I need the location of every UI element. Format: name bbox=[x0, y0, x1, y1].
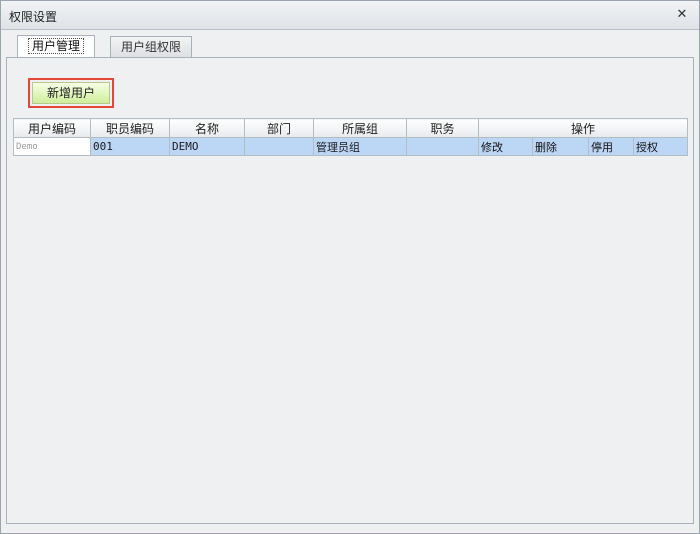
user-table: 用户编码 职员编码 名称 部门 所属组 职务 操作 Demo 001 DEMO … bbox=[13, 118, 689, 156]
add-user-button[interactable]: 新增用户 bbox=[32, 82, 110, 104]
column-header-position[interactable]: 职务 bbox=[406, 118, 479, 138]
column-header-staff-code[interactable]: 职员编码 bbox=[90, 118, 170, 138]
cell-group: 管理员组 bbox=[313, 137, 407, 156]
close-icon[interactable]: ✕ bbox=[675, 8, 689, 22]
column-header-group[interactable]: 所属组 bbox=[313, 118, 407, 138]
cell-department bbox=[244, 137, 314, 156]
edit-link[interactable]: 修改 bbox=[478, 137, 533, 156]
user-management-panel: 新增用户 用户编码 职员编码 名称 部门 所属组 职务 操作 Demo 001 … bbox=[6, 57, 694, 524]
window-title: 权限设置 bbox=[9, 10, 58, 24]
tab-user-management[interactable]: 用户管理 bbox=[17, 35, 96, 59]
table-row[interactable]: Demo 001 DEMO 管理员组 修改 删除 停用 授权 bbox=[13, 137, 689, 156]
column-header-actions[interactable]: 操作 bbox=[477, 118, 689, 138]
column-header-user-code[interactable]: 用户编码 bbox=[13, 118, 91, 138]
column-header-name[interactable]: 名称 bbox=[169, 118, 245, 138]
tab-user-group-permissions[interactable]: 用户组权限 bbox=[110, 36, 193, 58]
cell-user-code: Demo bbox=[13, 137, 91, 156]
authorize-link[interactable]: 授权 bbox=[632, 137, 689, 156]
permission-settings-window: 权限设置 ✕ 用户管理 用户组权限 新增用户 用户编码 职员编码 名称 部门 所… bbox=[0, 0, 700, 534]
disable-link[interactable]: 停用 bbox=[588, 137, 634, 156]
title-bar: 权限设置 ✕ bbox=[1, 1, 699, 30]
tab-user-management-label: 用户管理 bbox=[28, 38, 85, 54]
tab-strip: 用户管理 用户组权限 bbox=[1, 30, 699, 59]
delete-link[interactable]: 删除 bbox=[532, 137, 589, 156]
cell-staff-code: 001 bbox=[90, 137, 170, 156]
cell-position bbox=[406, 137, 479, 156]
cell-name: DEMO bbox=[169, 137, 245, 156]
tab-user-group-permissions-label: 用户组权限 bbox=[121, 40, 182, 54]
table-header-row: 用户编码 职员编码 名称 部门 所属组 职务 操作 bbox=[13, 118, 689, 138]
column-header-department[interactable]: 部门 bbox=[244, 118, 314, 138]
add-user-highlight: 新增用户 bbox=[28, 78, 114, 108]
